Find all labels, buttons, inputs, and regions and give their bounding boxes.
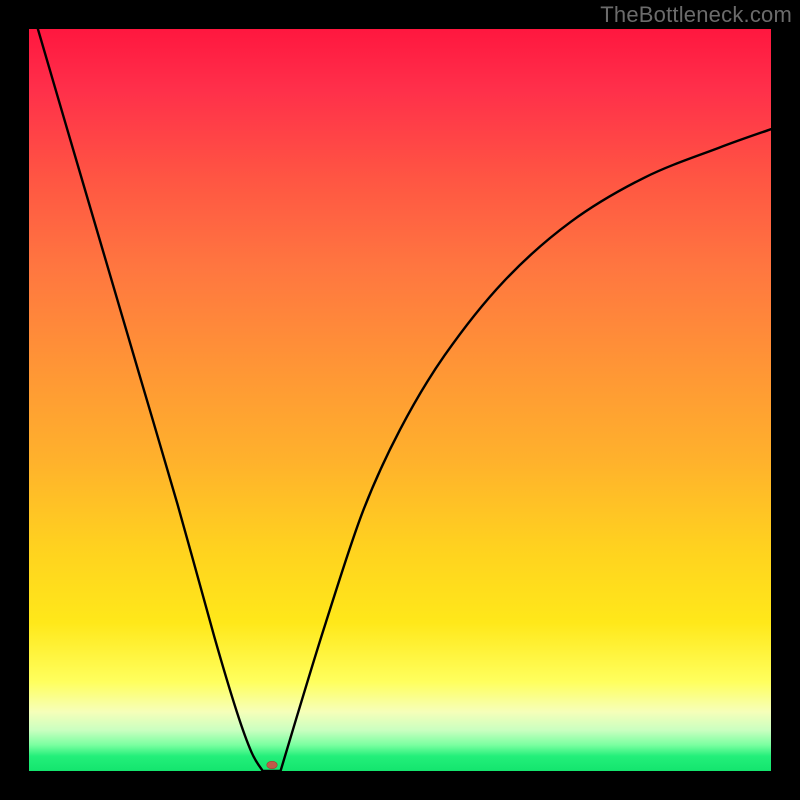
plot-area: [29, 29, 771, 771]
watermark-text: TheBottleneck.com: [600, 2, 792, 28]
bottleneck-curve: [29, 29, 771, 771]
minimum-marker: [266, 761, 277, 769]
chart-frame: TheBottleneck.com: [0, 0, 800, 800]
